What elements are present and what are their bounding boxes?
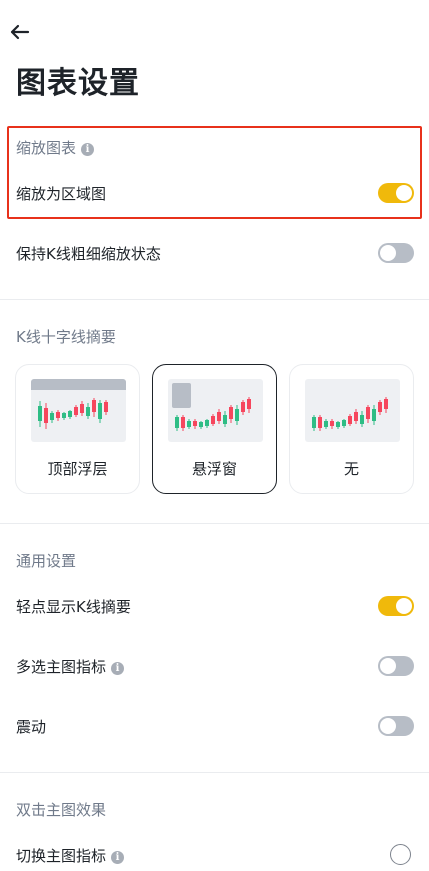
toggle-knob — [380, 718, 396, 734]
info-icon[interactable]: i — [81, 143, 95, 156]
general-section-title: 通用设置 — [16, 552, 77, 570]
multi-select-indicators-toggle[interactable] — [378, 656, 414, 676]
multi-select-indicators-row: 多选主图指标 i — [16, 656, 125, 677]
zoom-section-title: 缩放图表 i — [16, 137, 95, 158]
info-icon[interactable]: i — [111, 851, 125, 864]
divider — [0, 299, 429, 300]
crosshair-option-label: 无 — [343, 460, 359, 478]
divider — [0, 523, 429, 524]
candlestick-preview-icon — [312, 397, 388, 431]
keep-thickness-label: 保持K线粗细缩放状态 — [16, 245, 161, 263]
vibration-toggle[interactable] — [378, 716, 414, 736]
toggle-knob — [396, 598, 412, 614]
crosshair-option-label: 悬浮窗 — [191, 460, 237, 478]
tap-show-summary-toggle[interactable] — [378, 596, 414, 616]
toggle-knob — [380, 658, 396, 674]
crosshair-option-top-overlay[interactable]: 顶部浮层 — [15, 364, 140, 494]
back-button[interactable] — [6, 18, 34, 46]
candlestick-preview-icon — [31, 379, 126, 429]
crosshair-option-floating-window[interactable]: 悬浮窗 — [152, 364, 277, 494]
crosshair-option-label: 顶部浮层 — [47, 460, 108, 478]
tap-show-summary-label: 轻点显示K线摘要 — [16, 598, 131, 616]
page-title: 图表设置 — [16, 66, 140, 101]
crosshair-section-title: K线十字线摘要 — [16, 328, 116, 346]
multi-select-indicators-label: 多选主图指标 — [16, 658, 107, 676]
none-preview — [305, 379, 400, 442]
toggle-knob — [380, 245, 396, 261]
floating-window-preview — [168, 379, 263, 442]
zoom-to-area-label: 缩放为区域图 — [16, 185, 107, 203]
top-overlay-preview — [31, 379, 126, 442]
vibration-label: 震动 — [16, 718, 47, 736]
double-tap-section-title: 双击主图效果 — [16, 801, 107, 819]
info-icon[interactable]: i — [111, 662, 125, 675]
switch-indicator-row: 切换主图指标 i — [16, 845, 125, 866]
divider — [0, 772, 429, 773]
keep-thickness-toggle[interactable] — [378, 243, 414, 263]
switch-indicator-label: 切换主图指标 — [16, 847, 107, 865]
zoom-to-area-toggle[interactable] — [378, 183, 414, 203]
crosshair-option-none[interactable]: 无 — [289, 364, 414, 494]
toggle-knob — [396, 185, 412, 201]
candlestick-preview-icon — [172, 383, 251, 431]
switch-indicator-radio[interactable] — [390, 844, 411, 865]
arrow-left-icon — [10, 24, 30, 40]
zoom-section-title-text: 缩放图表 — [16, 139, 77, 157]
